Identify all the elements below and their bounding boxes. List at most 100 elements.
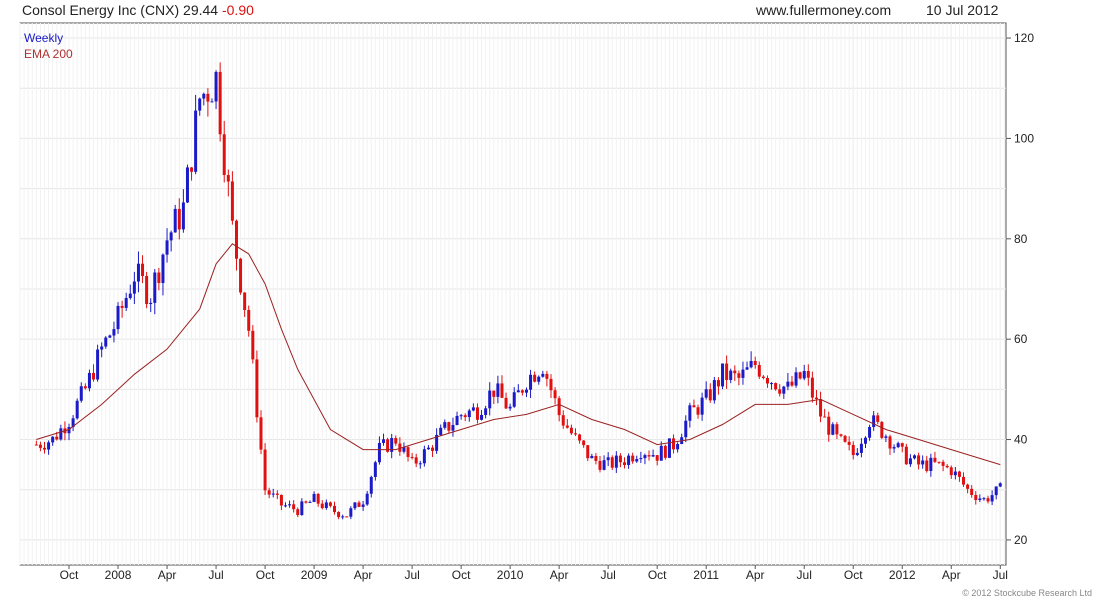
candle-body	[831, 424, 835, 435]
candle-body	[353, 502, 357, 509]
candle-body	[431, 447, 435, 451]
candle-body	[304, 501, 308, 503]
candle-body	[275, 493, 279, 495]
chart-legend: Weekly EMA 200	[24, 30, 73, 62]
candle-body	[516, 390, 520, 393]
candle-body	[190, 167, 194, 172]
candle-body	[463, 415, 467, 418]
candle-body	[194, 110, 198, 172]
candle-body	[921, 460, 925, 465]
candle-body	[582, 440, 586, 446]
candle-body	[96, 349, 100, 380]
plot-frame	[19, 22, 1007, 566]
candle-body	[798, 372, 802, 379]
x-tick-label: Jul	[208, 568, 223, 582]
candle-body	[447, 422, 451, 431]
candle-body	[802, 371, 806, 379]
x-tick-label: Apr	[746, 568, 765, 582]
y-tick-label: 40	[1014, 433, 1028, 447]
candle-body	[251, 330, 255, 360]
candle-body	[426, 447, 430, 450]
candle-body	[508, 406, 512, 409]
candle-body	[79, 386, 83, 401]
y-tick-label: 60	[1014, 332, 1028, 346]
candle-body	[484, 408, 488, 415]
candle-body	[933, 457, 937, 462]
candle-body	[341, 516, 345, 518]
candle-body	[247, 309, 251, 331]
candle-body	[83, 386, 87, 389]
candle-body	[998, 483, 1002, 487]
candle-body	[361, 504, 365, 507]
candle-body	[161, 254, 165, 283]
candle-body	[439, 427, 443, 435]
candle-body	[835, 424, 839, 435]
candle-body	[349, 508, 353, 517]
candle-body	[308, 501, 312, 503]
x-tick-label: Oct	[60, 568, 79, 582]
candle-body	[590, 455, 594, 459]
candle-body	[778, 389, 782, 394]
candle-body	[112, 329, 116, 336]
x-tick-label: Oct	[452, 568, 471, 582]
candle-body	[410, 456, 414, 458]
candle-body	[533, 374, 537, 382]
candle-body	[913, 455, 917, 459]
candle-body	[982, 498, 986, 500]
y-tick-label: 80	[1014, 232, 1028, 246]
candle-body	[500, 383, 504, 398]
candle-body	[443, 422, 447, 428]
legend-ema: EMA 200	[24, 47, 73, 61]
candle-body	[43, 447, 47, 450]
candle-body	[255, 359, 259, 418]
candle-body	[283, 505, 287, 507]
candle-body	[904, 446, 908, 465]
x-tick-label: 2008	[105, 568, 132, 582]
candle-body	[198, 98, 202, 111]
candle-body	[573, 433, 577, 435]
x-tick-label: 2010	[497, 568, 524, 582]
candle-body	[618, 455, 622, 463]
candle-body	[459, 415, 463, 417]
x-tick-label: Apr	[550, 568, 569, 582]
x-tick-label: Apr	[354, 568, 373, 582]
candle-body	[141, 263, 145, 277]
x-tick-label: 2011	[693, 568, 719, 582]
candle-body	[239, 258, 243, 293]
candle-body	[149, 302, 153, 305]
candle-body	[888, 436, 892, 449]
price-chart: 20 40 60 80 100 120 Oct 2008 Apr Jul Oct 2009 Apr Ju…	[19, 22, 1034, 582]
candle-body	[569, 427, 573, 434]
candle-body	[108, 335, 112, 338]
candle-body	[333, 505, 337, 513]
candle-body	[708, 389, 712, 401]
candle-body	[892, 447, 896, 449]
candle-body	[908, 458, 912, 465]
candle-body	[92, 372, 96, 380]
candle-body	[872, 415, 876, 428]
candle-body	[631, 455, 635, 462]
candle-body	[202, 93, 206, 99]
x-tick-label: Oct	[844, 568, 863, 582]
candle-body	[765, 378, 769, 384]
candle-body	[774, 383, 778, 390]
candle-body	[357, 502, 361, 507]
candle-body	[377, 442, 381, 463]
candle-body	[51, 436, 55, 443]
copyright-label: © 2012 Stockcube Research Ltd	[962, 588, 1092, 598]
candle-body	[243, 292, 247, 310]
candle-body	[38, 444, 42, 448]
x-tick-label: Apr	[942, 568, 961, 582]
candle-body	[59, 428, 63, 440]
candle-body	[994, 486, 998, 496]
candle-body	[320, 503, 324, 509]
candle-body	[700, 397, 704, 415]
candle-body	[725, 363, 729, 380]
candle-body	[382, 439, 386, 443]
candle-body	[810, 377, 814, 398]
candle-body	[819, 399, 823, 417]
candle-body	[157, 272, 161, 283]
candle-body	[553, 390, 557, 399]
candle-body	[655, 455, 659, 461]
candle-body	[124, 298, 128, 308]
